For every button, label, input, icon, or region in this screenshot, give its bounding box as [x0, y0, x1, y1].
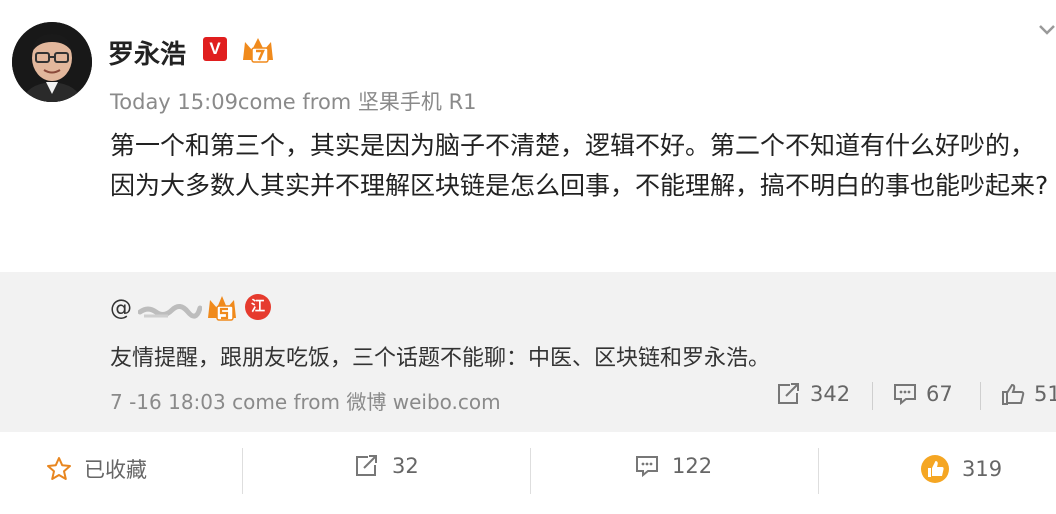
divider	[818, 448, 819, 494]
post-content: 第一个和第三个，其实是因为脑子不清楚，逻辑不好。第二个不知道有什么好吵的，因为大…	[110, 131, 1049, 200]
favorite-label: 已收藏	[84, 458, 147, 482]
thumbs-up-icon	[920, 454, 950, 484]
thumbs-up-icon	[1000, 382, 1026, 406]
chevron-down-icon[interactable]	[1038, 24, 1056, 36]
repost-meta: 7 -16 18:03 come from 微博 weibo.com	[110, 390, 501, 414]
share-icon	[776, 382, 802, 406]
reposted-weibo[interactable]: @ 江 友情提醒，跟朋友吃饭，三个话题不能聊：中医、区块链和罗永浩。 7 -16…	[0, 272, 1056, 432]
like-count: 319	[962, 457, 1003, 481]
repost-share-button[interactable]: 342	[776, 382, 850, 406]
comment-icon	[634, 454, 660, 478]
repost-like-button[interactable]: 51	[1000, 382, 1056, 406]
avatar[interactable]	[12, 22, 92, 102]
favorite-button[interactable]: 已收藏	[46, 454, 147, 484]
share-count: 32	[392, 454, 419, 478]
comment-button[interactable]: 122	[634, 454, 712, 478]
repost-text: 友情提醒，跟朋友吃饭，三个话题不能聊：中医、区块链和罗永浩。	[110, 346, 771, 371]
divider	[872, 382, 873, 410]
repost-comment-button[interactable]: 67	[892, 382, 953, 406]
masked-username	[138, 300, 202, 320]
crown-badge-icon	[206, 294, 238, 322]
action-bar: 已收藏 32 122 319	[0, 432, 1056, 514]
repost-like-count: 51	[1034, 382, 1056, 406]
verified-badge: V	[203, 37, 227, 61]
like-button[interactable]: 319	[920, 454, 1002, 484]
comment-count: 122	[672, 454, 713, 478]
repost-user-prefix: @	[110, 296, 132, 321]
share-icon	[354, 454, 380, 478]
repost-share-count: 342	[810, 382, 851, 406]
divider	[980, 382, 981, 410]
repost-comment-count: 67	[926, 382, 953, 406]
crown-badge-icon	[241, 36, 275, 64]
star-icon	[46, 456, 72, 482]
comment-icon	[892, 382, 918, 406]
user-level-badge: 江	[245, 294, 271, 320]
username[interactable]: 罗永浩	[108, 34, 186, 71]
share-button[interactable]: 32	[354, 454, 419, 478]
divider	[242, 448, 243, 494]
post-meta: Today 15:09come from 坚果手机 R1	[110, 90, 477, 114]
divider	[530, 448, 531, 494]
